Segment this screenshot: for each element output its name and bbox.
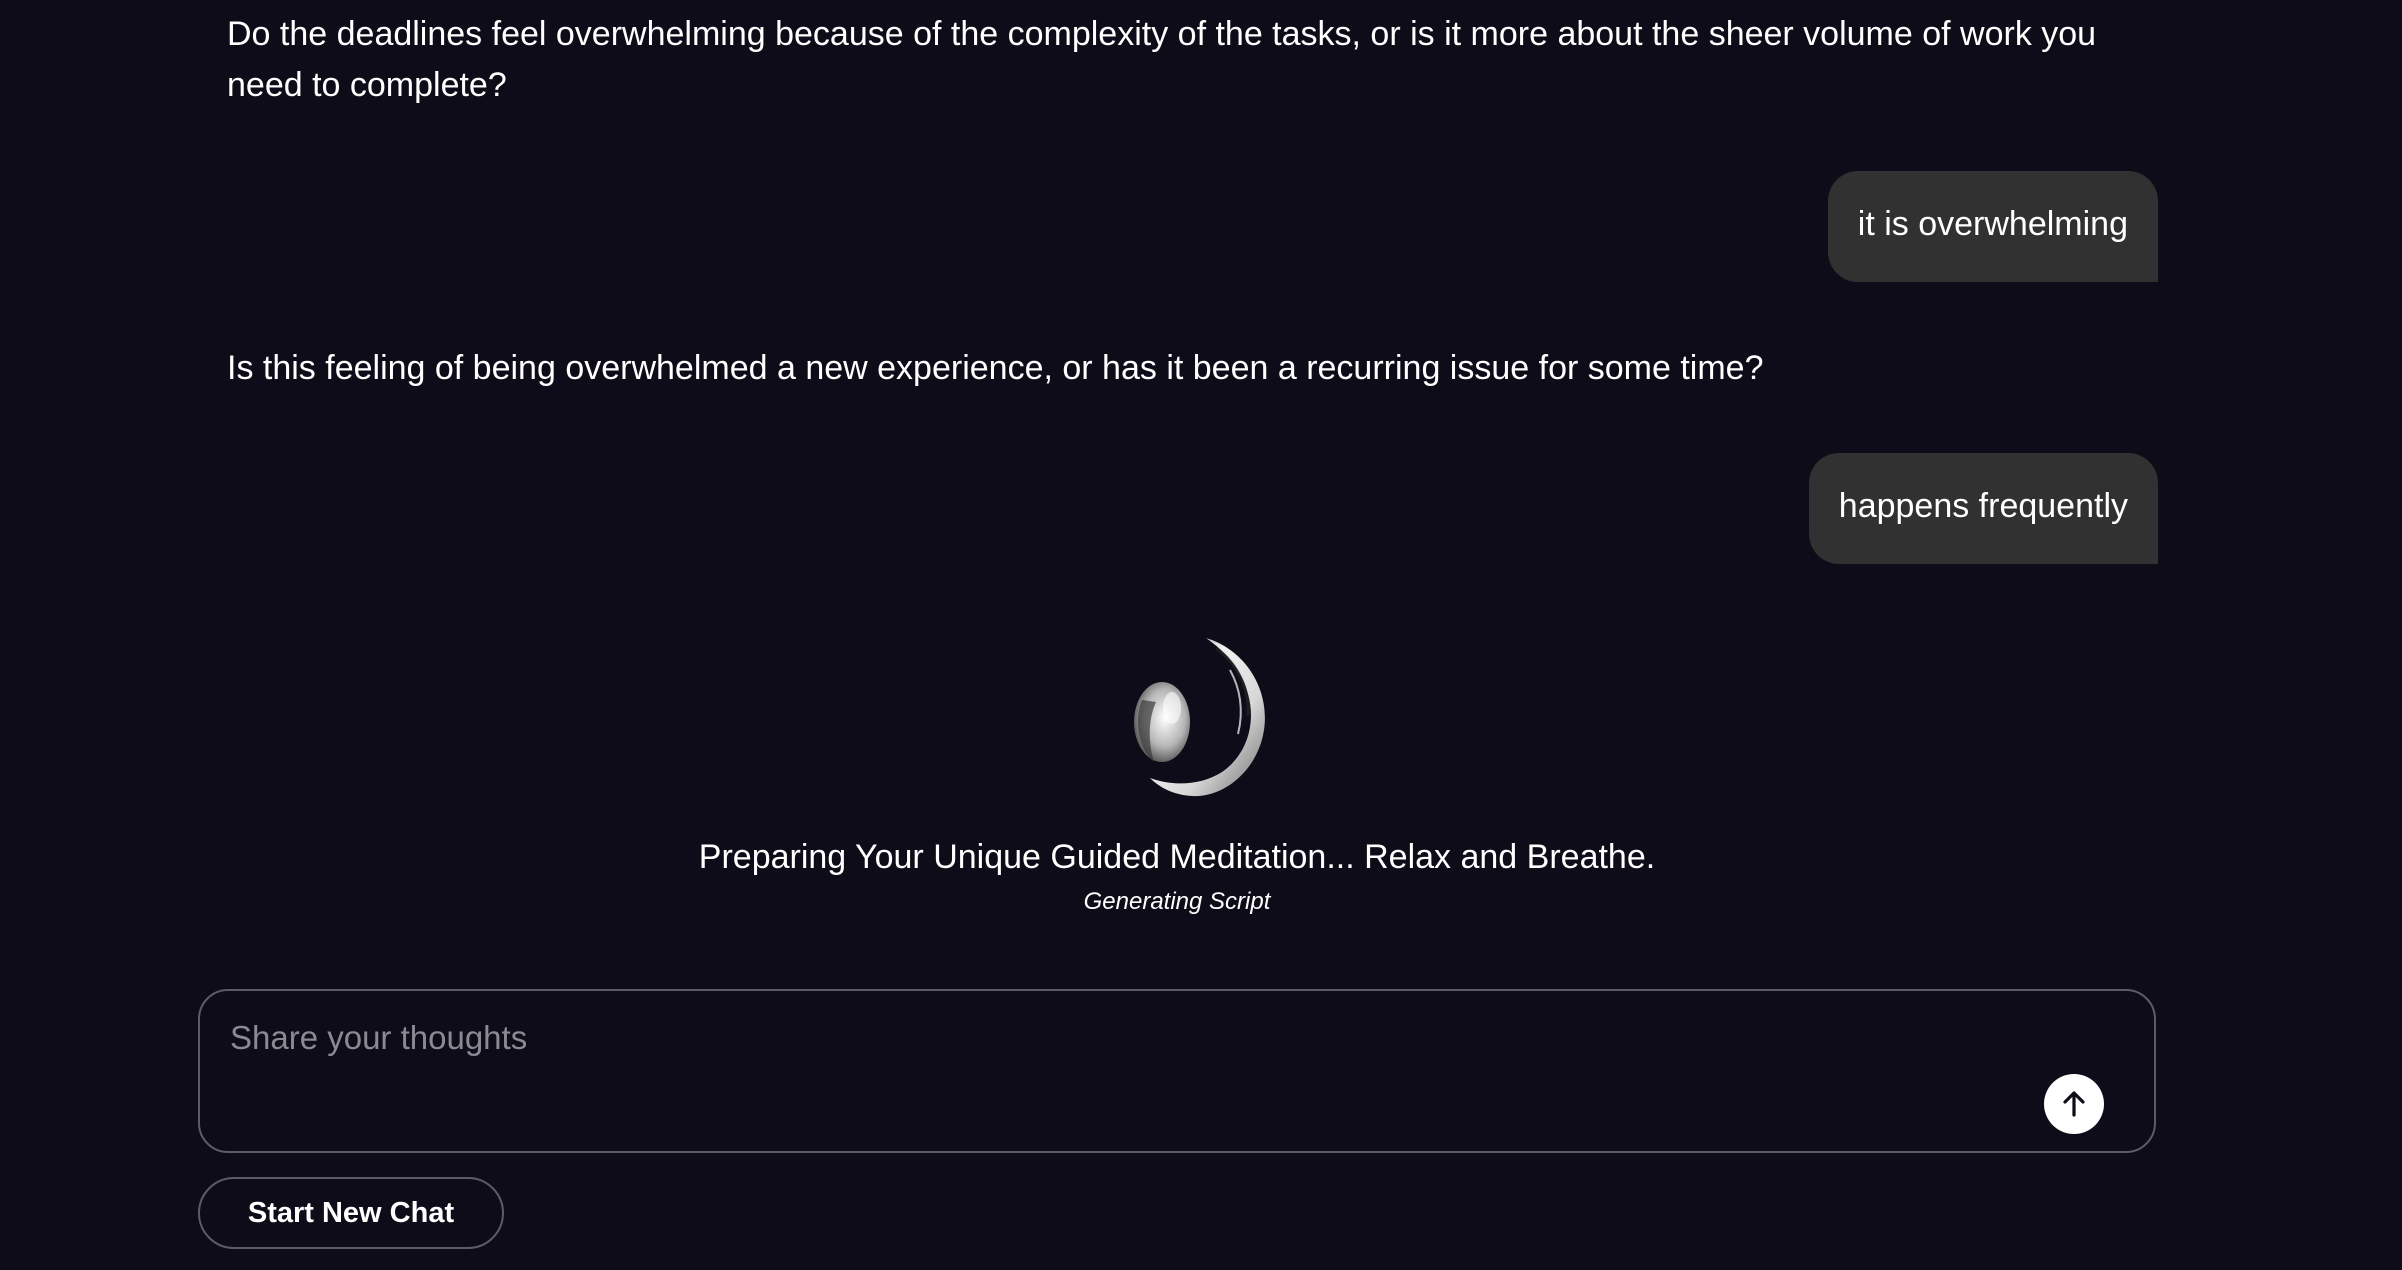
user-message-text: happens frequently: [1838, 487, 2128, 525]
user-message-bubble: it is overwhelming: [1827, 171, 2158, 282]
status-title: Preparing Your Unique Guided Meditation.…: [698, 838, 1656, 876]
start-new-chat-button[interactable]: Start New Chat: [198, 1177, 504, 1249]
status-subtitle: Generating Script: [1083, 888, 1271, 915]
send-button[interactable]: [2044, 1074, 2104, 1134]
message-input[interactable]: [230, 1013, 2050, 1063]
user-message-text: it is overwhelming: [1857, 205, 2128, 243]
message-composer: [198, 989, 2156, 1153]
assistant-message: Is this feeling of being overwhelmed a n…: [227, 349, 1764, 387]
arrow-up-icon: [2063, 1091, 2085, 1117]
chat-page: Do the deadlines feel overwhelming becau…: [0, 0, 2402, 1270]
user-message-bubble: happens frequently: [1808, 453, 2158, 564]
assistant-message: Do the deadlines feel overwhelming becau…: [227, 15, 2097, 104]
spinner-icon: [1120, 630, 1272, 804]
